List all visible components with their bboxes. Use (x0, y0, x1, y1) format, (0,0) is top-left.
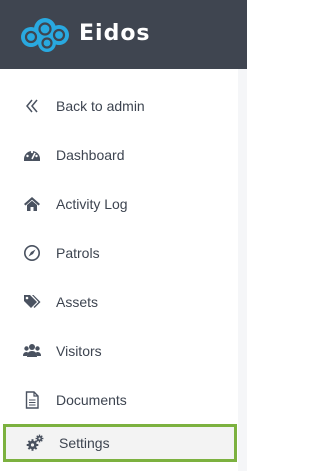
sidebar-item-label: Visitors (56, 342, 102, 359)
sidebar-item-label: Back to admin (56, 97, 145, 114)
double-chevron-left-icon (22, 96, 42, 116)
sidebar-item-documents[interactable]: Documents (0, 375, 238, 424)
sidebar-item-label: Documents (56, 391, 127, 408)
sidebar-item-settings[interactable]: Settings (3, 424, 237, 462)
sidebar-item-visitors[interactable]: Visitors (0, 326, 238, 375)
sidebar-item-activity-log[interactable]: Activity Log (0, 179, 238, 228)
sidebar-item-patrols[interactable]: Patrols (0, 228, 238, 277)
dashboard-gauge-icon (22, 145, 42, 165)
home-icon (22, 194, 42, 214)
app-name[interactable]: Eidos (79, 21, 151, 46)
app-header: Eidos (0, 0, 247, 69)
document-icon (22, 390, 42, 410)
compass-icon (22, 243, 42, 263)
sidebar-menu: Back to admin Dashboard Activity Log Pat… (0, 81, 238, 424)
tags-icon (22, 292, 42, 312)
sidebar-item-back-to-admin[interactable]: Back to admin (0, 81, 238, 130)
sidebar-item-label: Dashboard (56, 146, 125, 163)
sidebar-item-label: Activity Log (56, 195, 128, 212)
sidebar-item-assets[interactable]: Assets (0, 277, 238, 326)
eidos-logo-icon[interactable] (19, 17, 75, 53)
users-icon (22, 341, 42, 361)
cogs-icon (25, 433, 45, 453)
sidebar-item-label: Settings (59, 435, 110, 451)
sidebar-item-label: Assets (56, 293, 99, 310)
sidebar-item-dashboard[interactable]: Dashboard (0, 130, 238, 179)
app-root: Eidos Back to admin Dashboard Activity L… (0, 0, 247, 471)
content-gutter (238, 69, 247, 471)
sidebar-item-label: Patrols (56, 244, 100, 261)
